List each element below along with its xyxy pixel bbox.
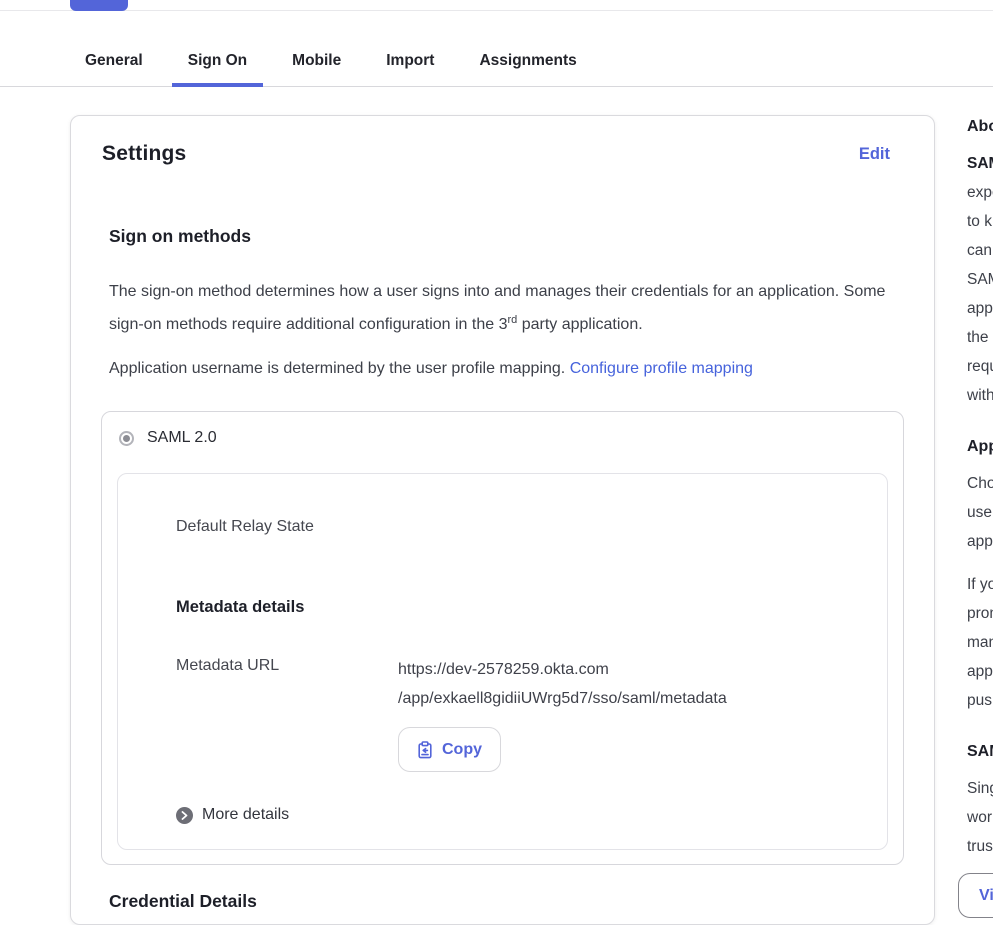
edit-button[interactable]: Edit <box>859 145 890 164</box>
metadata-url-row: Metadata URL https://dev-2578259.okta.co… <box>176 655 857 772</box>
sign-on-methods-title: Sign on methods <box>109 226 904 247</box>
sign-on-description: The sign-on method determines how a user… <box>109 277 904 339</box>
saml-option-label: SAML 2.0 <box>147 429 217 447</box>
saml-method-box: SAML 2.0 Default Relay State Metadata de… <box>101 411 904 865</box>
about-text: SAML 2.0 streamlines the end user experi… <box>967 149 993 410</box>
metadata-url-label: Metadata URL <box>176 655 398 675</box>
radio-selected-icon[interactable] <box>119 431 134 446</box>
view-setup-instructions-button[interactable]: View Setup Instructions <box>958 873 993 918</box>
help-sidebar: About SAML 2.0 streamlines the end user … <box>967 112 993 918</box>
saml-details-panel: Default Relay State Metadata details Met… <box>117 473 888 850</box>
more-details-label: More details <box>202 806 289 824</box>
about-body: streamlines the end user experience by n… <box>967 155 993 404</box>
copy-clipboard-icon <box>417 741 433 759</box>
tab-import[interactable]: Import <box>370 35 450 86</box>
app-tabbar: General Sign On Mobile Import Assignment… <box>0 35 993 87</box>
username-text: Application username is determined by th… <box>109 360 570 377</box>
tab-sign-on[interactable]: Sign On <box>172 35 263 86</box>
header-button-fragment[interactable] <box>70 0 128 11</box>
about-heading: About <box>967 112 993 141</box>
saml-radio-option[interactable]: SAML 2.0 <box>117 429 888 473</box>
metadata-url-value-column: https://dev-2578259.okta.com/app/exkaell… <box>398 655 727 772</box>
chevron-right-icon <box>176 807 193 824</box>
application-username-text-1: Choose a format to use as the default us… <box>967 469 993 556</box>
saml-setup-text: Single Sign On using SAML will not work … <box>967 774 993 861</box>
application-username-heading: Application Username <box>967 432 993 461</box>
tab-mobile[interactable]: Mobile <box>276 35 357 86</box>
username-mapping-text: Application username is determined by th… <box>109 354 904 383</box>
settings-title: Settings <box>102 142 186 166</box>
configure-profile-mapping-link[interactable]: Configure profile mapping <box>570 360 753 377</box>
metadata-url-line1: https://dev-2578259.okta.com <box>398 661 609 678</box>
settings-card-header: Settings Edit <box>101 142 904 166</box>
description-text-end: party application. <box>517 316 642 333</box>
tab-general[interactable]: General <box>69 35 159 86</box>
settings-card: Settings Edit Sign on methods The sign-o… <box>70 115 935 925</box>
credential-details-title: Credential Details <box>109 891 904 912</box>
metadata-details-title: Metadata details <box>176 598 857 617</box>
about-lead: SAML 2.0 <box>967 155 993 172</box>
description-text: The sign-on method determines how a user… <box>109 283 885 333</box>
metadata-url-line2: /app/exkaell8gidiiUWrg5d7/sso/saml/metad… <box>398 690 727 707</box>
more-details-toggle[interactable]: More details <box>176 806 857 824</box>
saml-setup-heading: SAML Setup <box>967 737 993 766</box>
tab-assignments[interactable]: Assignments <box>463 35 592 86</box>
copy-button-label: Copy <box>442 741 482 759</box>
copy-metadata-url-button[interactable]: Copy <box>398 727 501 772</box>
radio-dot <box>123 435 130 442</box>
header-divider <box>0 10 993 11</box>
default-relay-state-label: Default Relay State <box>176 518 857 536</box>
ordinal-superscript: rd <box>507 314 517 326</box>
application-username-text-2: If you select None you will be prompted … <box>967 570 993 715</box>
metadata-url-value: https://dev-2578259.okta.com/app/exkaell… <box>398 655 727 713</box>
